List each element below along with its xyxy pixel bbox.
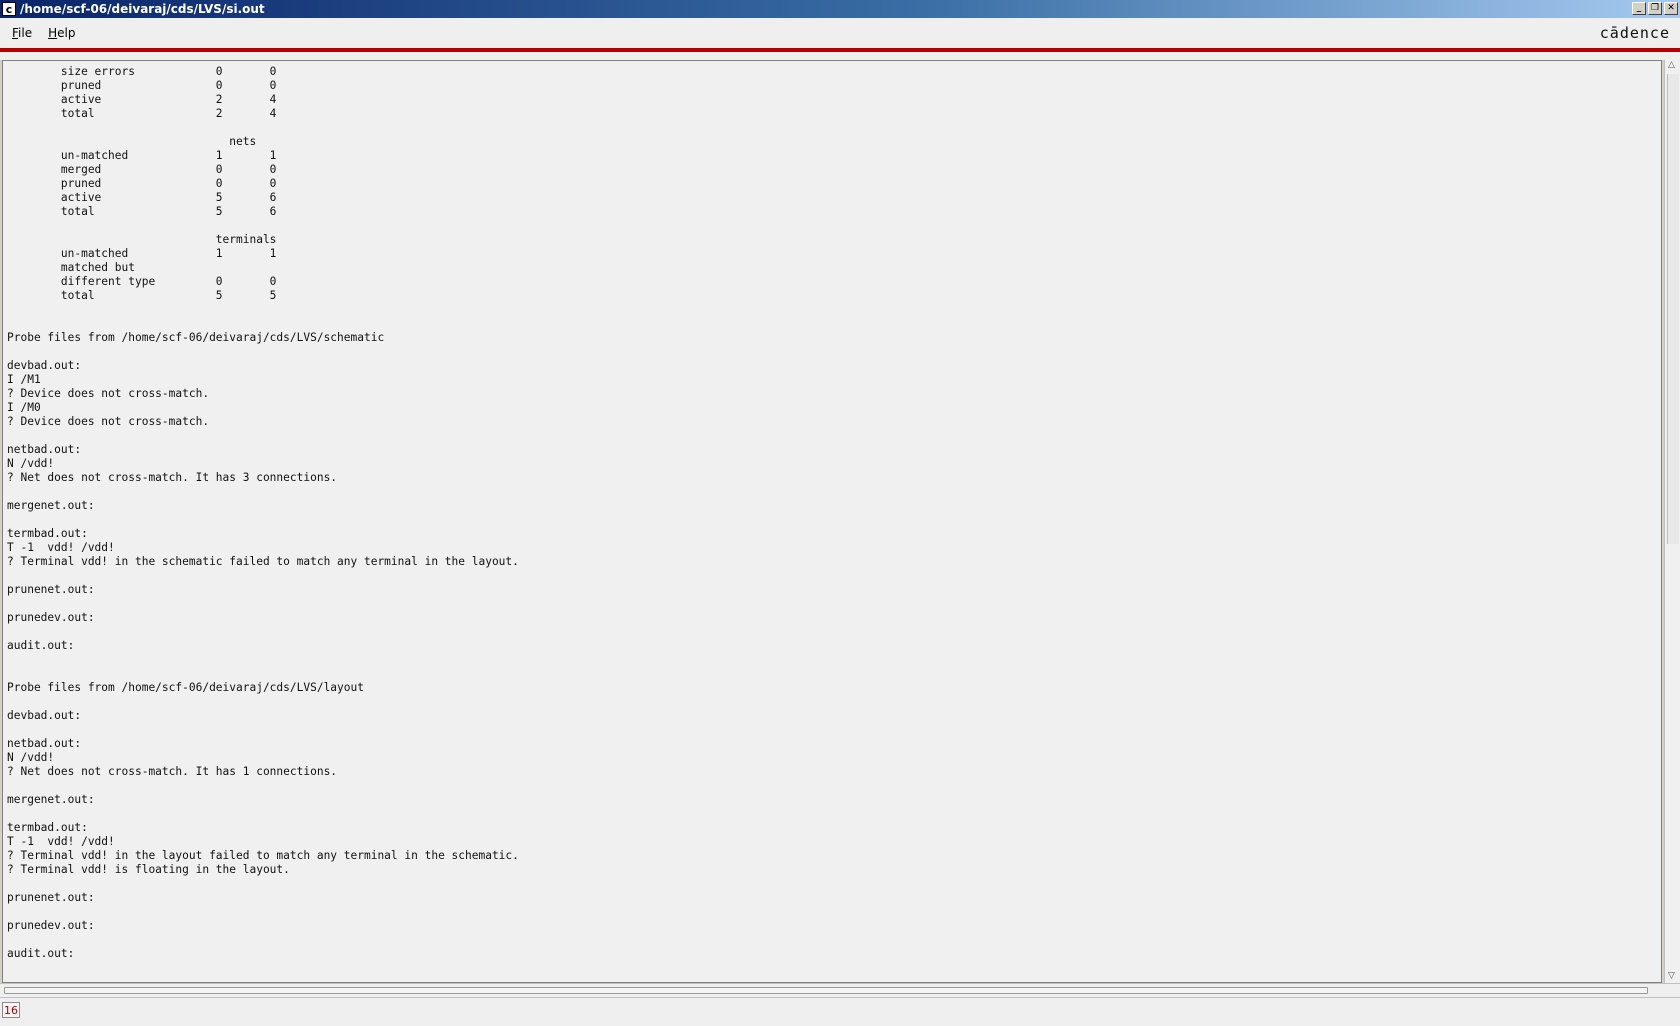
menu-file[interactable]: File [12,26,32,40]
horizontal-scroll-thumb[interactable] [4,987,1648,994]
output-line: I /M0 [7,401,41,414]
output-line: audit.out: [7,947,75,960]
minimize-icon[interactable]: _ [1632,2,1646,15]
output-line: devbad.out: [7,359,82,372]
app-icon[interactable]: c [2,2,16,16]
output-line: T -1 vdd! /vdd! [7,835,115,848]
output-line: N /vdd! [7,751,55,764]
output-line: mergenet.out: [7,793,95,806]
output-text: size errors 0 0 pruned 0 0 active 2 4 to… [3,61,1661,965]
window-controls: _ ❐ ✕ [1632,2,1678,15]
output-line: different type 0 0 [7,275,277,288]
output-line: termbad.out: [7,821,88,834]
output-line: prunedev.out: [7,919,95,932]
output-line: I /M1 [7,373,41,386]
output-line: T -1 vdd! /vdd! [7,541,115,554]
output-line: Probe files from /home/scf-06/deivaraj/c… [7,681,364,694]
window-title: /home/scf-06/deivaraj/cds/LVS/si.out [20,2,265,16]
output-line: un-matched 1 1 [7,247,277,260]
output-line: total 5 5 [7,289,277,302]
output-line: total 5 6 [7,205,277,218]
output-line: ? Net does not cross-match. It has 3 con… [7,471,338,484]
horizontal-scrollbar[interactable] [0,983,1680,997]
output-line: prunenet.out: [7,891,95,904]
output-line: ? Device does not cross-match. [7,415,210,428]
line-count-indicator: 16 [2,1002,20,1018]
output-line: matched but [7,261,135,274]
output-line: termbad.out: [7,527,88,540]
output-text-area[interactable]: size errors 0 0 pruned 0 0 active 2 4 to… [2,60,1662,983]
vertical-scrollbar[interactable]: △ ▽ [1664,60,1680,983]
output-line: ? Device does not cross-match. [7,387,210,400]
output-line: active 5 6 [7,191,277,204]
output-line: audit.out: [7,639,75,652]
output-line: un-matched 1 1 [7,149,277,162]
output-line: terminals [7,233,277,246]
output-line: pruned 0 0 [7,79,277,92]
output-line: size errors 0 0 [7,65,277,78]
output-line: ? Terminal vdd! is floating in the layou… [7,863,290,876]
scroll-down-icon[interactable]: ▽ [1668,971,1675,981]
output-line: prunedev.out: [7,611,95,624]
output-line: N /vdd! [7,457,55,470]
restore-icon[interactable]: ❐ [1648,2,1662,15]
output-line: total 2 4 [7,107,277,120]
vertical-scroll-thumb[interactable] [1667,74,1679,544]
output-line: Probe files from /home/scf-06/deivaraj/c… [7,331,385,344]
cadence-logo: cādence [1599,24,1670,42]
output-line: netbad.out: [7,443,82,456]
menu-bar: File Help cādence [0,18,1680,48]
close-icon[interactable]: ✕ [1664,2,1678,15]
scroll-up-icon[interactable]: △ [1668,60,1675,70]
output-line: ? Terminal vdd! in the layout failed to … [7,849,519,862]
menu-help[interactable]: Help [48,26,75,40]
title-bar: c /home/scf-06/deivaraj/cds/LVS/si.out _… [0,0,1680,18]
output-line: ? Net does not cross-match. It has 1 con… [7,765,338,778]
output-line: netbad.out: [7,737,82,750]
status-bar: 16 [0,997,1680,1026]
output-line: ? Terminal vdd! in the schematic failed … [7,555,519,568]
output-line: pruned 0 0 [7,177,277,190]
output-line: merged 0 0 [7,163,277,176]
output-line: prunenet.out: [7,583,95,596]
output-line: mergenet.out: [7,499,95,512]
output-line: active 2 4 [7,93,277,106]
output-line: nets [7,135,257,148]
output-line: devbad.out: [7,709,82,722]
